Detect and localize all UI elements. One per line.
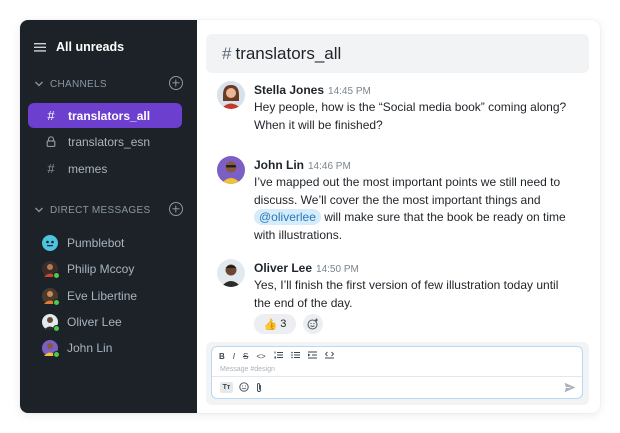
dm-item-john-lin[interactable]: John Lin	[42, 338, 112, 358]
list-icon	[34, 42, 46, 52]
hash-icon: #	[222, 43, 232, 63]
bullet-list-button[interactable]	[290, 351, 300, 363]
composer-area: B I S <> Message #design Tт	[206, 342, 589, 405]
avatar	[42, 261, 60, 279]
emoji-icon	[239, 382, 249, 392]
avatar	[42, 288, 60, 306]
send-button[interactable]	[564, 380, 576, 398]
dm-section-label: DIRECT MESSAGES	[50, 204, 151, 216]
message-author: Stella Jones 14:45 PM	[254, 81, 371, 99]
message-input-placeholder[interactable]: Message #design	[220, 366, 275, 373]
paperclip-icon	[257, 382, 261, 392]
channel-header: # translators_all	[206, 34, 589, 73]
lock-icon	[44, 136, 58, 147]
message-text: I’ve mapped out the most important point…	[254, 174, 584, 244]
bullet-list-icon	[290, 351, 300, 359]
online-status-icon	[53, 299, 60, 306]
attach-file-button[interactable]	[255, 382, 263, 393]
add-reaction-button[interactable]	[303, 314, 323, 334]
reaction-count: 3	[280, 318, 287, 330]
channel-title: translators_all	[235, 43, 342, 63]
ordered-list-button[interactable]	[274, 351, 283, 363]
avatar	[42, 235, 58, 251]
channels-section-label: CHANNELS	[50, 78, 107, 90]
avatar	[42, 314, 60, 332]
code-block-icon	[324, 351, 334, 359]
dm-item-pumblebot[interactable]: Pumblebot	[42, 233, 124, 253]
channels-section-header[interactable]: CHANNELS	[34, 76, 183, 91]
dm-name: Oliver Lee	[67, 315, 122, 329]
indent-button[interactable]	[307, 351, 317, 363]
message-time: 14:50 PM	[316, 264, 359, 275]
all-unreads-link[interactable]: All unreads	[34, 39, 124, 55]
avatar[interactable]	[217, 81, 245, 109]
message-line: Hey people, how is the “Social media boo…	[254, 100, 567, 114]
strikethrough-button[interactable]: S	[243, 351, 248, 363]
hash-icon: #	[47, 161, 55, 176]
mention-chip[interactable]: @oliverlee	[254, 209, 321, 225]
dm-name: Philip Mccoy	[67, 262, 135, 276]
message-line: I’ve mapped out the most important point…	[254, 175, 561, 189]
channel-name: translators_esn	[68, 134, 151, 149]
bold-button[interactable]: B	[219, 351, 225, 363]
message-line: @oliverlee will make sure that the book …	[254, 209, 584, 227]
message-time: 14:46 PM	[308, 161, 351, 172]
italic-button[interactable]: I	[233, 351, 235, 363]
sidebar: All unreads CHANNELS # translators_all t…	[20, 20, 197, 413]
app-window: All unreads CHANNELS # translators_all t…	[20, 20, 600, 413]
message-composer[interactable]: B I S <> Message #design Tт	[211, 346, 583, 399]
avatar	[42, 340, 60, 358]
avatar[interactable]	[217, 259, 245, 287]
ordered-list-icon	[274, 351, 283, 359]
chevron-down-icon	[35, 81, 43, 87]
message-author: Oliver Lee 14:50 PM	[254, 259, 359, 277]
reaction-chip[interactable]: 👍 3	[254, 314, 296, 334]
message-line: discuss. We’ll cover the the most import…	[254, 192, 541, 207]
text-format-toggle-button[interactable]: Tт	[220, 381, 233, 393]
hash-icon: #	[47, 108, 55, 123]
code-block-button[interactable]	[324, 351, 334, 363]
message-line: with illustrations.	[254, 227, 343, 242]
channel-item-memes[interactable]: # memes	[28, 156, 182, 181]
add-channel-icon[interactable]	[169, 76, 183, 90]
message-text: Hey people, how is the “Social media boo…	[254, 99, 584, 134]
composer-divider	[212, 376, 582, 377]
dm-name: Eve Libertine	[67, 289, 138, 303]
send-icon	[564, 382, 576, 393]
dm-item-philip-mccoy[interactable]: Philip Mccoy	[42, 259, 134, 279]
chevron-down-icon	[35, 207, 43, 213]
channel-name: memes	[68, 161, 108, 176]
message-time: 14:45 PM	[328, 86, 371, 97]
online-status-icon	[53, 272, 60, 279]
smiley-plus-icon	[307, 318, 318, 330]
message-line: When it will be finished?	[254, 117, 383, 132]
dm-section-header[interactable]: DIRECT MESSAGES	[34, 202, 183, 217]
format-toolbar: B I S <>	[219, 351, 342, 363]
thumbs-up-icon: 👍	[263, 318, 278, 331]
channel-item-translators-all[interactable]: # translators_all	[28, 103, 182, 128]
emoji-button[interactable]	[239, 382, 249, 392]
author-name[interactable]: Oliver Lee	[254, 261, 312, 275]
all-unreads-label: All unreads	[56, 40, 125, 54]
message-line: the end of the day.	[254, 295, 353, 310]
indent-icon	[307, 351, 317, 359]
author-name[interactable]: Stella Jones	[254, 83, 324, 97]
message-text-fragment: will make sure that the book be ready on…	[320, 210, 566, 224]
composer-bottom-toolbar: Tт	[220, 381, 269, 393]
author-name[interactable]: John Lin	[254, 158, 304, 172]
dm-name: John Lin	[67, 341, 113, 355]
message-author: John Lin 14:46 PM	[254, 156, 351, 174]
dm-item-eve-libertine[interactable]: Eve Libertine	[42, 286, 137, 306]
code-button[interactable]: <>	[256, 351, 265, 363]
avatar[interactable]	[217, 156, 245, 184]
channel-item-translators-esn[interactable]: translators_esn	[28, 129, 182, 154]
message-line: Yes, I’ll finish the first version of fe…	[254, 278, 559, 292]
message-text: Yes, I’ll finish the first version of fe…	[254, 277, 584, 312]
dm-name: Pumblebot	[67, 236, 125, 250]
online-status-icon	[53, 351, 60, 358]
online-status-icon	[53, 325, 60, 332]
channel-name: translators_all	[68, 108, 151, 123]
dm-item-oliver-lee[interactable]: Oliver Lee	[42, 312, 122, 332]
add-dm-icon[interactable]	[169, 202, 183, 216]
